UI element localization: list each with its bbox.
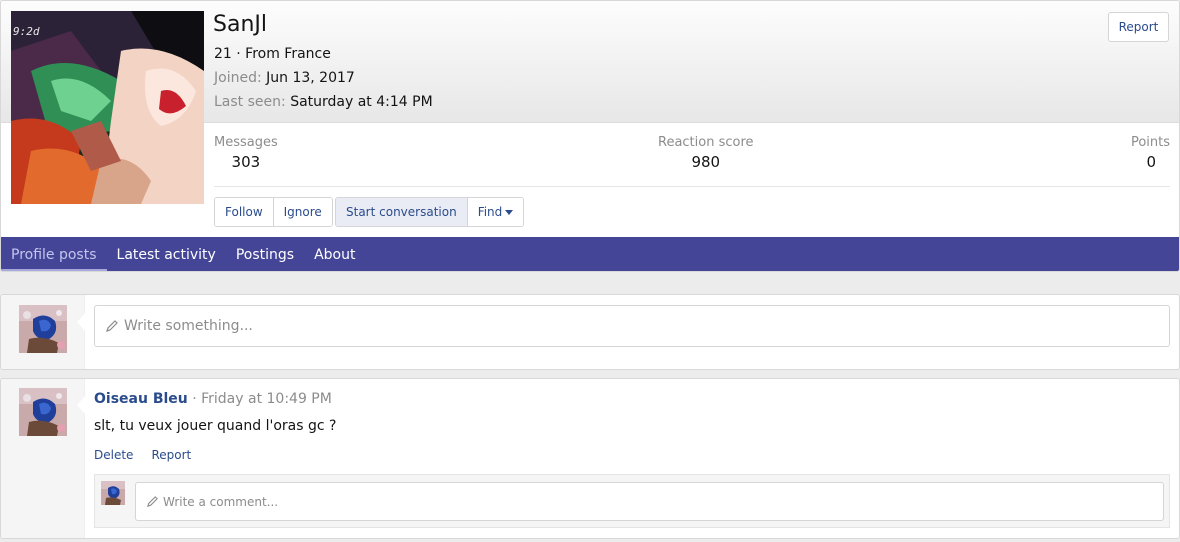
post-separator: · bbox=[187, 391, 202, 407]
stat-points-label: Points bbox=[1130, 135, 1170, 150]
stat-reaction-score: Reaction score 980 bbox=[658, 135, 754, 171]
stat-points: Points 0 bbox=[1131, 135, 1170, 171]
last-seen-label: Last seen: bbox=[214, 94, 286, 110]
profile-post-composer: Write something... bbox=[0, 294, 1180, 370]
tab-profile-posts[interactable]: Profile posts bbox=[1, 237, 107, 271]
composer-arrow bbox=[77, 313, 85, 331]
last-seen-value: Saturday at 4:14 PM bbox=[290, 94, 433, 110]
post-actions: Delete Report bbox=[94, 448, 191, 462]
joined-label: Joined: bbox=[214, 70, 262, 86]
start-conversation-button[interactable]: Start conversation bbox=[336, 198, 468, 226]
profile-tabs: Profile posts Latest activity Postings A… bbox=[1, 237, 1179, 271]
stat-reaction-value: 980 bbox=[691, 153, 721, 171]
tab-latest-activity[interactable]: Latest activity bbox=[107, 237, 226, 271]
profile-username: SanJl bbox=[213, 12, 267, 37]
profile-age-location: 21 · From France bbox=[214, 46, 331, 62]
tab-postings[interactable]: Postings bbox=[226, 237, 304, 271]
post-author-link[interactable]: Oiseau Bleu bbox=[94, 391, 188, 407]
pencil-icon bbox=[105, 319, 119, 333]
report-profile-button[interactable]: Report bbox=[1108, 12, 1169, 42]
follow-ignore-group: Follow Ignore bbox=[214, 197, 333, 227]
profile-stats: Messages 303 Reaction score 980 Points 0 bbox=[214, 135, 1170, 187]
report-post-link[interactable]: Report bbox=[151, 448, 191, 462]
conversation-find-group: Start conversation Find bbox=[335, 197, 525, 227]
profile-joined: Joined: Jun 13, 2017 bbox=[214, 70, 355, 86]
find-dropdown-button[interactable]: Find bbox=[467, 198, 524, 226]
write-comment-input[interactable]: Write a comment... bbox=[135, 482, 1164, 521]
tab-about[interactable]: About bbox=[304, 237, 365, 271]
joined-value: Jun 13, 2017 bbox=[266, 70, 355, 86]
stat-messages[interactable]: Messages 303 bbox=[214, 135, 278, 171]
write-something-placeholder: Write something... bbox=[124, 318, 253, 334]
post-body: slt, tu veux jouer quand l'oras gc ? bbox=[94, 418, 337, 434]
stat-points-value: 0 bbox=[1146, 153, 1156, 171]
post-arrow bbox=[77, 396, 85, 414]
follow-button[interactable]: Follow bbox=[215, 198, 274, 226]
caret-down-icon bbox=[505, 209, 514, 215]
post-author-avatar[interactable] bbox=[19, 388, 67, 436]
stat-messages-value: 303 bbox=[231, 153, 261, 171]
avatar-overlay-text: 9:2d bbox=[13, 25, 40, 38]
stat-reaction-label: Reaction score bbox=[658, 135, 754, 150]
write-something-input[interactable]: Write something... bbox=[94, 305, 1170, 347]
delete-post-link[interactable]: Delete bbox=[94, 448, 133, 462]
profile-last-seen: Last seen: Saturday at 4:14 PM bbox=[214, 94, 433, 110]
ignore-button[interactable]: Ignore bbox=[273, 198, 332, 226]
comment-area: Write a comment... bbox=[94, 474, 1170, 528]
find-label: Find bbox=[477, 205, 503, 219]
stat-messages-label: Messages bbox=[214, 135, 278, 150]
post-header: Oiseau Bleu · Friday at 10:49 PM bbox=[94, 391, 332, 407]
write-comment-placeholder: Write a comment... bbox=[163, 494, 279, 509]
profile-post: Oiseau Bleu · Friday at 10:49 PM slt, tu… bbox=[0, 378, 1180, 539]
profile-card: 9:2d SanJl 21 · From France Joined: Jun … bbox=[0, 0, 1180, 272]
comment-user-avatar[interactable] bbox=[101, 481, 125, 505]
post-timestamp[interactable]: Friday at 10:49 PM bbox=[201, 391, 332, 407]
pencil-icon bbox=[146, 495, 159, 508]
profile-avatar[interactable]: 9:2d bbox=[11, 11, 204, 204]
current-user-avatar[interactable] bbox=[19, 305, 67, 353]
